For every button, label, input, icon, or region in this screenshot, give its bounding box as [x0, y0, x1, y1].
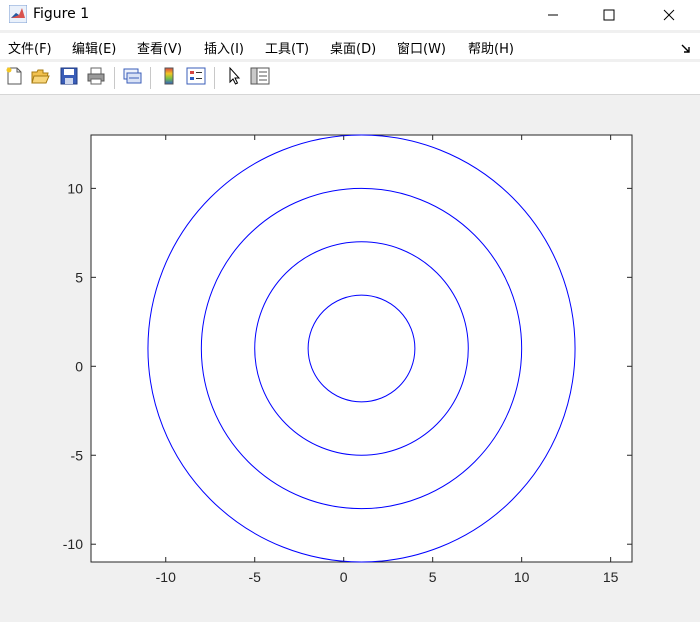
minimize-button[interactable] [530, 0, 576, 30]
y-tick-label: 5 [75, 269, 83, 285]
figure-toolbar [0, 62, 700, 95]
save-icon [59, 66, 79, 90]
colorbar-icon [159, 66, 179, 90]
toolbar-separator [114, 67, 115, 89]
menu-file[interactable]: 文件(F) [8, 38, 52, 57]
save-button[interactable] [58, 67, 80, 89]
y-tick-label: -5 [71, 447, 84, 463]
y-tick-label: 0 [75, 358, 83, 374]
menu-bar: 文件(F) 编辑(E) 查看(V) 插入(I) 工具(T) 桌面(D) 窗口(W… [0, 33, 700, 59]
property-inspector-icon [250, 66, 270, 90]
minimize-icon [547, 6, 559, 25]
colorbar-button[interactable] [158, 67, 180, 89]
x-tick-label: 0 [340, 569, 348, 585]
menu-tools[interactable]: 工具(T) [265, 38, 309, 57]
figure-canvas-area: -10 -5 0 5 10 15 -10 -5 0 5 10 [0, 95, 700, 618]
title-bar: Figure 1 [0, 0, 700, 30]
menu-view[interactable]: 查看(V) [137, 38, 182, 57]
x-tick-label: -5 [248, 569, 261, 585]
x-tick-label: 15 [603, 569, 619, 585]
property-inspector-button[interactable] [249, 67, 271, 89]
menu-desktop[interactable]: 桌面(D) [330, 38, 376, 57]
open-file-button[interactable] [29, 67, 51, 89]
maximize-icon [603, 6, 615, 25]
edit-plot-pointer-icon [224, 66, 244, 90]
maximize-button[interactable] [586, 0, 632, 30]
menu-edit[interactable]: 编辑(E) [72, 38, 116, 57]
x-tick-label: -10 [156, 569, 176, 585]
dock-arrow-icon[interactable] [680, 40, 692, 53]
x-tick-label: 10 [514, 569, 530, 585]
toolbar-separator [214, 67, 215, 89]
matlab-logo-icon [8, 4, 28, 24]
x-tick-label: 5 [429, 569, 437, 585]
legend-icon [186, 66, 206, 90]
print-icon [86, 66, 106, 90]
edit-plot-button[interactable] [223, 66, 245, 90]
new-figure-icon [4, 66, 24, 90]
print-button[interactable] [85, 67, 107, 89]
close-button[interactable] [646, 0, 692, 30]
plot-svg[interactable]: -10 -5 0 5 10 15 -10 -5 0 5 10 [0, 95, 700, 618]
link-plot-icon [122, 66, 142, 90]
open-file-icon [30, 66, 50, 90]
close-icon [663, 6, 675, 25]
menu-window[interactable]: 窗口(W) [397, 38, 446, 57]
new-figure-button[interactable] [3, 67, 25, 89]
axes-box[interactable] [90, 134, 633, 563]
y-tick-label: 10 [67, 180, 83, 196]
y-tick-label: -10 [63, 536, 83, 552]
link-plot-button[interactable] [121, 67, 143, 89]
menu-insert[interactable]: 插入(I) [204, 38, 244, 57]
menu-help[interactable]: 帮助(H) [468, 38, 514, 57]
window-title: Figure 1 [33, 6, 90, 22]
legend-button[interactable] [185, 67, 207, 89]
toolbar-separator [150, 67, 151, 89]
